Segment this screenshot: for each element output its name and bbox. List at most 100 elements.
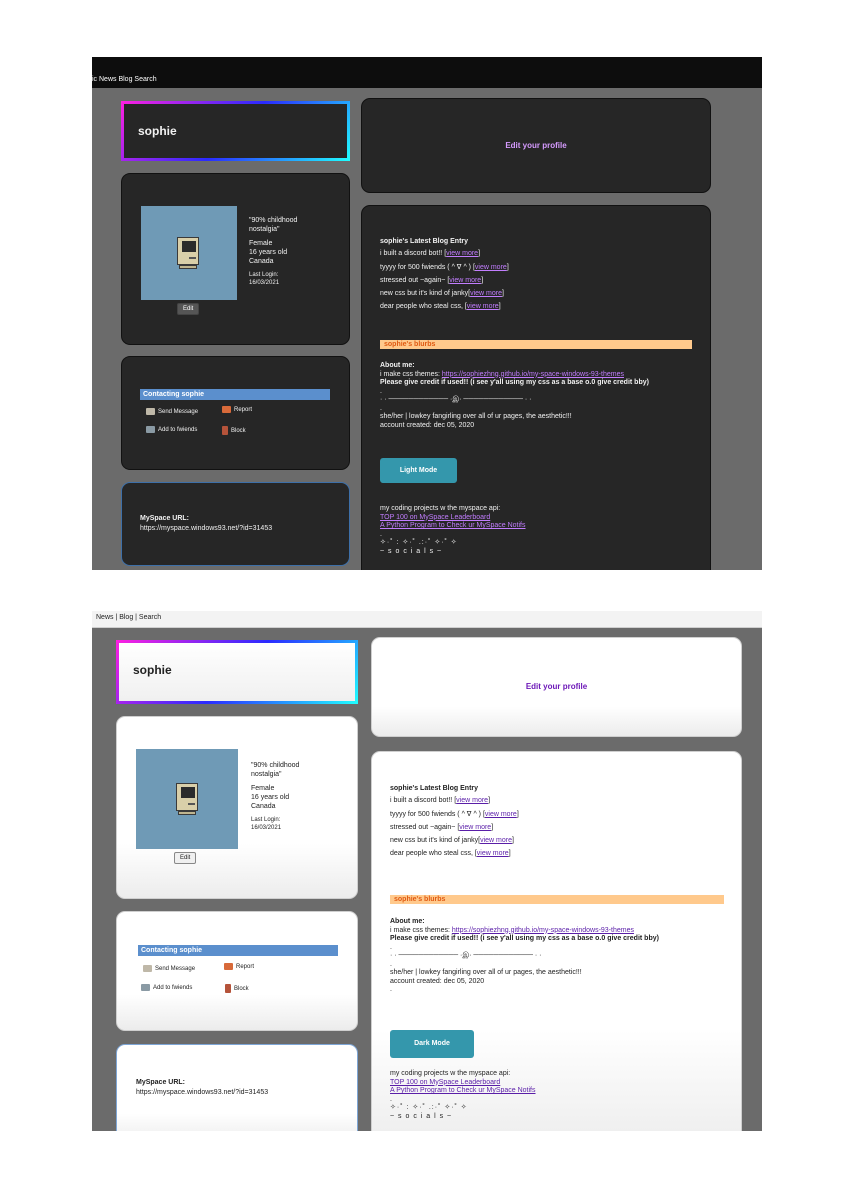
blog-entry: dear people who steal css, view more (380, 303, 509, 310)
macintosh-icon (176, 783, 198, 815)
profile-headline: "90% childhood nostalgia" (251, 762, 300, 778)
light-mode-screenshot: News | Blog | Search sophie Edit your pr… (92, 611, 762, 1131)
dot-spacer: . (390, 943, 392, 951)
view-more-link[interactable]: view more (480, 837, 512, 844)
add-friend-icon (141, 984, 150, 991)
myspace-url-label: MySpace URL: (140, 515, 190, 522)
dot-spacer: . (390, 1095, 392, 1103)
profile-country: Canada (251, 803, 276, 810)
blog-blurbs-card: sophie's Latest Blog Entry i built a dis… (361, 205, 711, 570)
about-me-section: About me: i make css themes: https://sop… (380, 362, 700, 430)
about-me-label: About me: (380, 362, 415, 369)
macintosh-icon (177, 237, 199, 269)
nav-links[interactable]: ic News Blog Search (92, 76, 157, 83)
edit-picture-button[interactable]: Edit (174, 852, 197, 864)
last-login-label: Last Login: (251, 817, 281, 823)
last-login-date: 16/03/2021 (249, 280, 280, 286)
credit-note: Please give credit if used!! (i see y'al… (390, 935, 659, 942)
dot-spacer: . (390, 986, 392, 993)
block-link[interactable]: Block (225, 984, 249, 993)
divider-line: · · ──────────── ·இ· ──────────── · · (380, 396, 532, 403)
project-link-leaderboard[interactable]: TOP 100 on MySpace Leaderboard (380, 514, 700, 523)
profile-name-card: sophie (121, 101, 350, 161)
profile-picture (136, 749, 238, 849)
send-message-link[interactable]: Send Message (143, 965, 195, 972)
myspace-url-card: MySpace URL: https://myspace.windows93.n… (121, 482, 350, 566)
myspace-url-value[interactable]: https://myspace.windows93.net/?id=31453 (140, 525, 272, 532)
add-friends-link[interactable]: Add to fwiends (141, 984, 192, 991)
edit-profile-card: Edit your profile (361, 98, 711, 193)
socials-heading: ~ s o c i a l s ~ (390, 1112, 453, 1120)
themes-link[interactable]: https://sophiezhng.github.io/my-space-wi… (452, 927, 634, 934)
contact-card: Contacting sophie Send Message Report Ad… (116, 911, 358, 1031)
project-link-leaderboard[interactable]: TOP 100 on MySpace Leaderboard (390, 1079, 730, 1088)
view-more-link[interactable]: view more (475, 264, 507, 271)
socials-heading: ~ s o c i a l s ~ (380, 547, 443, 555)
edit-profile-link[interactable]: Edit your profile (362, 141, 710, 150)
view-more-link[interactable]: view more (477, 850, 509, 857)
pronouns-line: she/her | lowkey fangirling over all of … (380, 413, 572, 420)
about-me-section: About me: i make css themes: https://sop… (390, 918, 730, 995)
profile-gender: Female (249, 240, 273, 247)
block-link[interactable]: Block (222, 426, 246, 435)
view-more-link[interactable]: view more (485, 811, 517, 818)
report-link[interactable]: Report (224, 963, 254, 970)
send-message-label: Send Message (158, 408, 199, 415)
add-friends-link[interactable]: Add to fwiends (146, 426, 197, 433)
profile-headline: "90% childhood nostalgia" (249, 217, 298, 233)
profile-info-card: Edit "90% childhood nostalgia" Female 16… (121, 173, 350, 345)
profile-gender: Female (251, 785, 275, 792)
block-label: Block (231, 427, 246, 434)
latest-blog-section: sophie's Latest Blog Entry i built a dis… (380, 238, 509, 316)
profile-name-card: sophie (116, 640, 358, 704)
envelope-icon (143, 965, 152, 972)
dark-mode-button[interactable]: Dark Mode (390, 1030, 474, 1058)
add-friends-label: Add to fwiends (153, 984, 193, 991)
blog-blurbs-card: sophie's Latest Blog Entry i built a dis… (371, 751, 742, 1131)
view-more-link[interactable]: view more (467, 303, 499, 310)
account-created: account created: dec 05, 2020 (390, 977, 485, 985)
blog-entry: dear people who steal css, view more (390, 850, 519, 857)
blog-entry: stressed out ~again~ view more (390, 824, 519, 831)
sparkle-divider: ✧·˚ : ✧·˚ .:·˚ ✧·˚ ✧ (390, 1104, 468, 1111)
sparkle-divider: ✧·˚ : ✧·˚ .:·˚ ✧·˚ ✧ (380, 539, 458, 546)
block-icon (222, 426, 228, 435)
blog-entry: i built a discord bot!! view more (390, 797, 519, 804)
myspace-url-value[interactable]: https://myspace.windows93.net/?id=31453 (136, 1089, 268, 1096)
themes-link[interactable]: https://sophiezhng.github.io/my-space-wi… (442, 371, 624, 378)
profile-age: 16 years old (251, 794, 290, 801)
latest-blog-title: sophie's Latest Blog Entry (390, 785, 479, 792)
edit-picture-button[interactable]: Edit (177, 303, 200, 315)
last-login-date: 16/03/2021 (251, 825, 282, 831)
edit-profile-link[interactable]: Edit your profile (372, 682, 741, 691)
view-more-link[interactable]: view more (459, 824, 491, 831)
edit-profile-card: Edit your profile (371, 637, 742, 737)
coding-projects: my coding projects w the myspace api: TO… (390, 1070, 730, 1121)
project-link-notifs[interactable]: A Python Program to Check ur MySpace Not… (390, 1087, 730, 1096)
envelope-icon (146, 408, 155, 415)
send-message-label: Send Message (155, 965, 196, 972)
send-message-link[interactable]: Send Message (146, 408, 198, 415)
view-more-link[interactable]: view more (449, 277, 481, 284)
view-more-link[interactable]: view more (446, 250, 478, 257)
report-label: Report (234, 406, 253, 413)
report-icon (222, 406, 231, 413)
myspace-url-card: MySpace URL: https://myspace.windows93.n… (116, 1044, 358, 1131)
light-mode-button[interactable]: Light Mode (380, 458, 457, 483)
report-link[interactable]: Report (222, 406, 252, 413)
dot-spacer: . (390, 960, 392, 968)
latest-blog-section: sophie's Latest Blog Entry i built a dis… (390, 785, 519, 863)
blog-entry: stressed out ~again~ view more (380, 277, 509, 284)
project-link-notifs[interactable]: A Python Program to Check ur MySpace Not… (380, 522, 700, 531)
view-more-link[interactable]: view more (470, 290, 502, 297)
nav-links[interactable]: News | Blog | Search (96, 614, 161, 621)
block-icon (225, 984, 231, 993)
profile-country: Canada (249, 258, 274, 265)
credit-note: Please give credit if used!! (i see y'al… (380, 379, 649, 386)
themes-line: i make css themes: https://sophiezhng.gi… (380, 370, 624, 378)
blog-entry: new css but it's kind of jankyview more (390, 837, 519, 844)
divider-line: · · ──────────── ·இ· ──────────── · · (390, 952, 542, 959)
view-more-link[interactable]: view more (456, 797, 488, 804)
dot-spacer: . (380, 404, 382, 412)
profile-details: "90% childhood nostalgia" Female 16 year… (249, 216, 329, 292)
